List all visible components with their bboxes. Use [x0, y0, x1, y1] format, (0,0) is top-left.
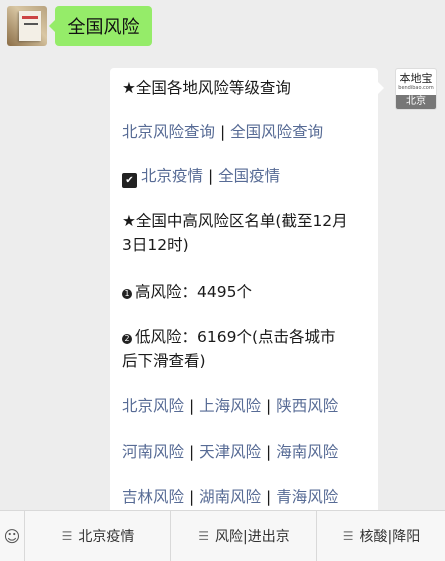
link-shanghai-risk[interactable]: 上海风险 [199, 397, 261, 415]
bot-avatar[interactable]: 本地宝 bendibao.com 北京 [395, 68, 437, 110]
link-qinghai-risk[interactable]: 青海风险 [276, 488, 338, 506]
reply-line-3: ✔ 北京疫情 | 全国疫情 [122, 165, 368, 188]
reply-line-5: 3日12时) [122, 236, 189, 254]
bot-avatar-title: 本地宝 [399, 71, 433, 85]
user-message-bubble[interactable]: 全国风险 [55, 6, 152, 46]
bottom-menu-bar: ☺ ☰ 北京疫情 ☰ 风险|进出京 ☰ 核酸|降阳 [0, 510, 445, 561]
link-shaanxi-risk[interactable]: 陕西风险 [276, 397, 338, 415]
menu-item-nucleic-test[interactable]: ☰ 核酸|降阳 [316, 511, 445, 561]
keyboard-icon[interactable]: ☺ [0, 511, 24, 561]
link-jilin-risk[interactable]: 吉林风险 [122, 488, 184, 506]
link-hunan-risk[interactable]: 湖南风险 [199, 488, 261, 506]
bot-avatar-city: 北京 [396, 95, 436, 109]
link-national-risk-query[interactable]: 全国风险查询 [230, 123, 323, 141]
link-hainan-risk[interactable]: 海南风险 [276, 443, 338, 461]
check-icon: ✔ [122, 173, 137, 188]
reply-line-2: 北京风险查询 | 全国风险查询 [122, 123, 324, 141]
reply-line-cities-2: 河南风险 | 天津风险 | 海南风险 [122, 443, 339, 461]
link-beijing-risk-query[interactable]: 北京风险查询 [122, 123, 215, 141]
link-beijing-risk[interactable]: 北京风险 [122, 397, 184, 415]
user-message-text: 全国风险 [67, 17, 140, 38]
menu-lines-icon: ☰ [198, 529, 210, 543]
reply-line-8: 后下滑查看) [122, 352, 206, 370]
menu-item-beijing-epidemic[interactable]: ☰ 北京疫情 [24, 511, 171, 561]
reply-line-4: ★全国中高风险区名单(截至12月 [122, 212, 348, 230]
link-national-epidemic[interactable]: 全国疫情 [218, 167, 280, 185]
user-avatar[interactable] [7, 6, 47, 46]
reply-line-low-risk: 2 低风险：6169个(点击各城市 [122, 326, 368, 348]
menu-lines-icon: ☰ [342, 529, 354, 543]
bot-avatar-subtitle: bendibao.com [398, 84, 434, 91]
chat-screen: 全国风险 本地宝 bendibao.com 北京 ★全国各地风险等级查询 北京风… [0, 0, 445, 561]
link-beijing-epidemic[interactable]: 北京疫情 [141, 167, 203, 185]
number-1-icon: 1 [122, 289, 132, 299]
menu-item-risk-travel[interactable]: ☰ 风险|进出京 [170, 511, 317, 561]
reply-line-cities-1: 北京风险 | 上海风险 | 陕西风险 [122, 397, 339, 415]
number-2-icon: 2 [122, 334, 132, 344]
bot-reply-bubble: ★全国各地风险等级查询 北京风险查询 | 全国风险查询 ✔ 北京疫情 | 全国疫情… [110, 68, 378, 538]
reply-line-cities-3: 吉林风险 | 湖南风险 | 青海风险 [122, 488, 339, 506]
link-tianjin-risk[interactable]: 天津风险 [199, 443, 261, 461]
link-henan-risk[interactable]: 河南风险 [122, 443, 184, 461]
reply-line-high-risk: 1 高风险：4495个 [122, 281, 368, 303]
menu-lines-icon: ☰ [61, 529, 73, 543]
reply-line-1: ★全国各地风险等级查询 [122, 79, 291, 97]
